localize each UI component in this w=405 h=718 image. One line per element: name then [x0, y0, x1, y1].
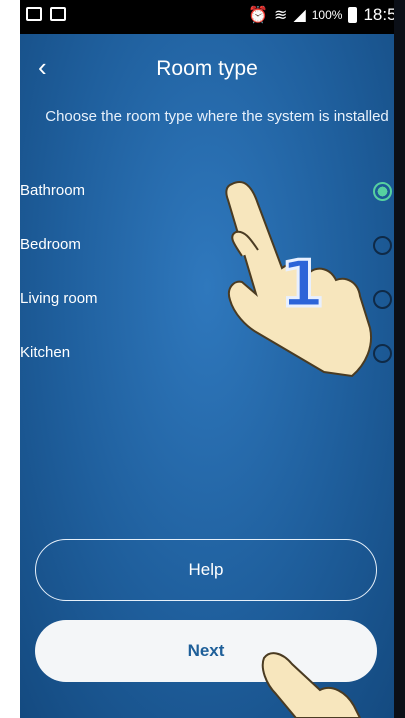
- battery-icon: [348, 7, 358, 23]
- radio-unselected-icon[interactable]: [373, 236, 392, 255]
- video-left-border: [0, 0, 20, 718]
- option-label: Bedroom: [20, 236, 81, 253]
- page-title: Room type: [156, 57, 258, 80]
- subtitle-instruction: Choose the room type where the system is…: [45, 108, 389, 125]
- option-label: Kitchen: [20, 344, 71, 361]
- radio-unselected-icon[interactable]: [373, 344, 392, 363]
- radio-unselected-icon[interactable]: [373, 290, 392, 309]
- option-label: Living room: [20, 290, 98, 307]
- status-time: 18:59: [363, 5, 394, 24]
- alarm-icon: ⏰: [248, 7, 269, 24]
- wifi-icon: ≋: [274, 7, 288, 24]
- image-icon: [50, 7, 66, 21]
- app-screen: ⏰ ≋ ◢ 100% 18:59 ‹ Room type Choose the …: [20, 0, 394, 718]
- screenshot-icon: [26, 7, 42, 21]
- option-kitchen[interactable]: Kitchen: [20, 334, 394, 374]
- battery-percent: 100%: [311, 8, 343, 22]
- video-right-border: [394, 0, 405, 718]
- signal-icon: ◢: [293, 7, 306, 24]
- option-bedroom[interactable]: Bedroom: [20, 226, 394, 266]
- option-bathroom[interactable]: Bathroom: [20, 172, 394, 212]
- help-button[interactable]: Help: [35, 539, 377, 601]
- option-living-room[interactable]: Living room: [20, 280, 394, 320]
- next-button[interactable]: Next: [35, 620, 377, 682]
- radio-selected-icon[interactable]: [373, 182, 392, 201]
- status-bar: ⏰ ≋ ◢ 100% 18:59: [20, 0, 394, 34]
- option-label: Bathroom: [20, 182, 86, 199]
